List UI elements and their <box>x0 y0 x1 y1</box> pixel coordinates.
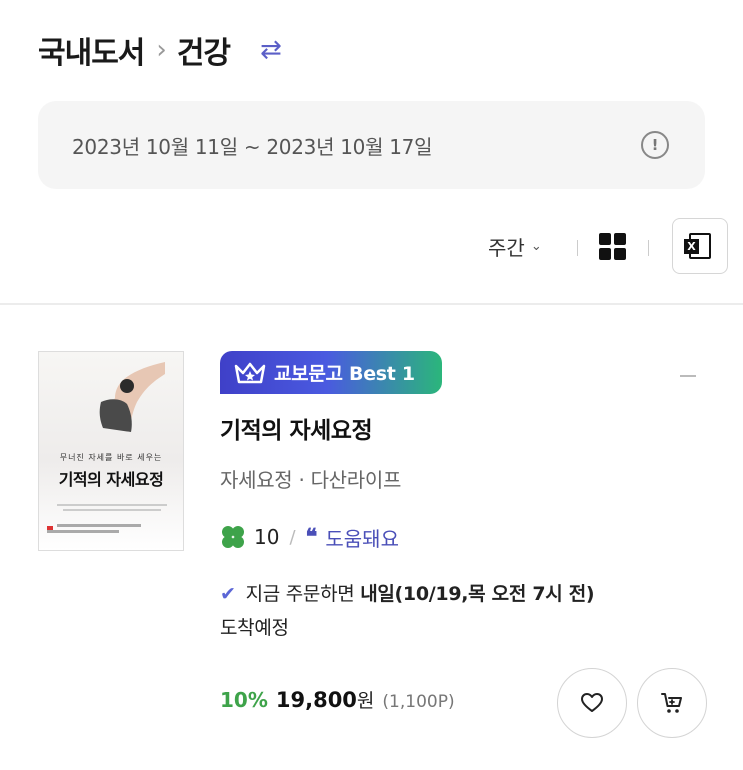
period-select[interactable]: 주간 ⌄ <box>488 232 542 261</box>
helpful-label[interactable]: 도움돼요 <box>325 523 399 552</box>
price-currency: 원 <box>356 690 375 712</box>
price-row: 10% 19,800 원 (1,100P) <box>220 686 455 713</box>
cart-icon <box>661 693 682 713</box>
divider <box>648 240 649 256</box>
reward-points: (1,100P) <box>382 692 455 712</box>
breadcrumb-category[interactable]: 국내도서 <box>38 28 145 72</box>
breadcrumb-subcategory[interactable]: 건강 <box>177 28 231 72</box>
date-range-text: 2023년 10월 11일 ~ 2023년 10월 17일 <box>72 135 433 159</box>
review-summary: 10 / ❝ 도움돼요 <box>220 522 399 552</box>
delivery-suffix: 도착예정 <box>220 617 289 639</box>
excel-download-button[interactable]: X <box>672 218 728 274</box>
divider <box>577 240 578 256</box>
cover-figure-illustration <box>99 362 165 432</box>
period-label: 주간 <box>488 236 525 260</box>
excel-icon: X <box>684 239 699 254</box>
breadcrumb-separator: › <box>156 35 167 65</box>
book-author-publisher[interactable]: 자세요정 · 다산라이프 <box>220 464 401 493</box>
heart-icon <box>581 693 603 712</box>
rank-badge: 교보문고 Best 1 <box>220 351 442 394</box>
cover-footnote <box>47 524 167 540</box>
check-icon: ✔ <box>220 583 236 605</box>
discount-rate: 10% <box>220 688 268 712</box>
quote-icon: ❝ <box>305 524 318 550</box>
add-to-cart-button[interactable] <box>637 668 707 738</box>
book-title[interactable]: 기적의 자세요정 <box>220 411 373 445</box>
section-divider <box>0 303 743 305</box>
swap-icon[interactable]: ⇄ <box>260 35 282 65</box>
review-count[interactable]: 10 <box>254 525 279 549</box>
rank-label: 교보문고 Best 1 <box>274 363 415 385</box>
book-cover[interactable]: 무너진 자세를 바로 세우는 기적의 자세요정 <box>38 351 184 551</box>
cover-subtitle: 무너진 자세를 바로 세우는 <box>59 453 163 462</box>
date-range-box: 2023년 10월 11일 ~ 2023년 10월 17일 ! <box>38 101 705 189</box>
delivery-estimate: ✔ 지금 주문하면 내일(10/19,목 오전 7시 전) 도착예정 <box>220 577 595 645</box>
cover-title: 기적의 자세요정 <box>58 470 164 489</box>
grid-view-icon[interactable] <box>599 233 627 261</box>
clover-icon <box>222 526 244 548</box>
crown-icon <box>234 362 266 383</box>
wishlist-button[interactable] <box>557 668 627 738</box>
breadcrumb: 국내도서 › 건강 ⇄ <box>38 28 282 72</box>
review-separator: / <box>289 526 296 548</box>
delivery-date: 내일(10/19,목 오전 7시 전) <box>360 583 595 605</box>
delivery-prefix: 지금 주문하면 <box>245 583 361 605</box>
cover-blurb <box>57 502 167 511</box>
price-value: 19,800 <box>275 688 357 712</box>
chevron-down-icon: ⌄ <box>530 239 542 254</box>
collapse-icon[interactable] <box>680 375 696 377</box>
info-icon[interactable]: ! <box>641 131 669 159</box>
